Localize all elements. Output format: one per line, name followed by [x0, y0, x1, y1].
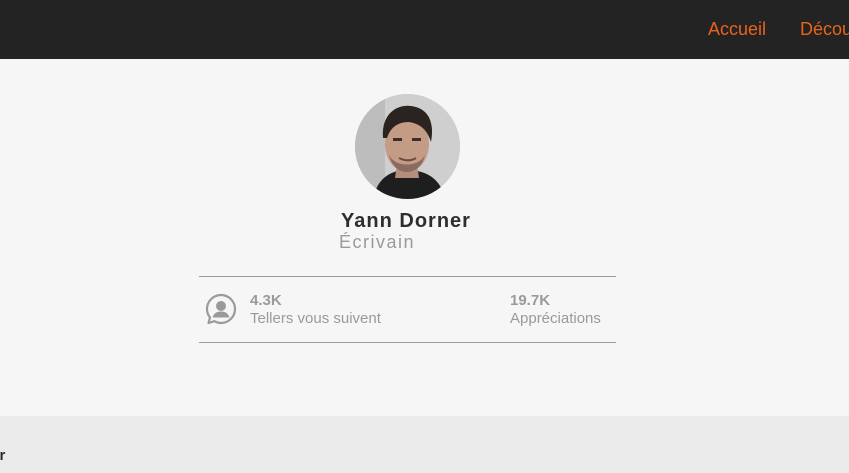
nav-link-decouvrir[interactable]: Découvrir — [800, 18, 849, 40]
followers-label: Tellers vous suivent — [250, 310, 381, 327]
top-navigation-bar: Accueil Découvrir — [0, 0, 849, 59]
profile-name: Yann Dorner — [341, 210, 471, 232]
user-bubble-icon — [205, 293, 237, 325]
avatar[interactable] — [355, 94, 460, 199]
content-section: ner — [0, 416, 849, 473]
likes-count: 19.7K — [510, 292, 551, 309]
profile-role: Écrivain — [339, 232, 416, 252]
profile-header: Yann Dorner Écrivain 4.3K Tellers vous s… — [0, 59, 849, 416]
stats-divider-bottom — [199, 342, 616, 343]
stats-divider-top — [199, 276, 616, 277]
avatar-photo — [355, 94, 460, 199]
followers-count: 4.3K — [250, 292, 282, 309]
section-heading: ner — [0, 447, 6, 464]
likes-label: Appréciations — [510, 310, 601, 327]
nav-link-accueil[interactable]: Accueil — [708, 18, 766, 40]
